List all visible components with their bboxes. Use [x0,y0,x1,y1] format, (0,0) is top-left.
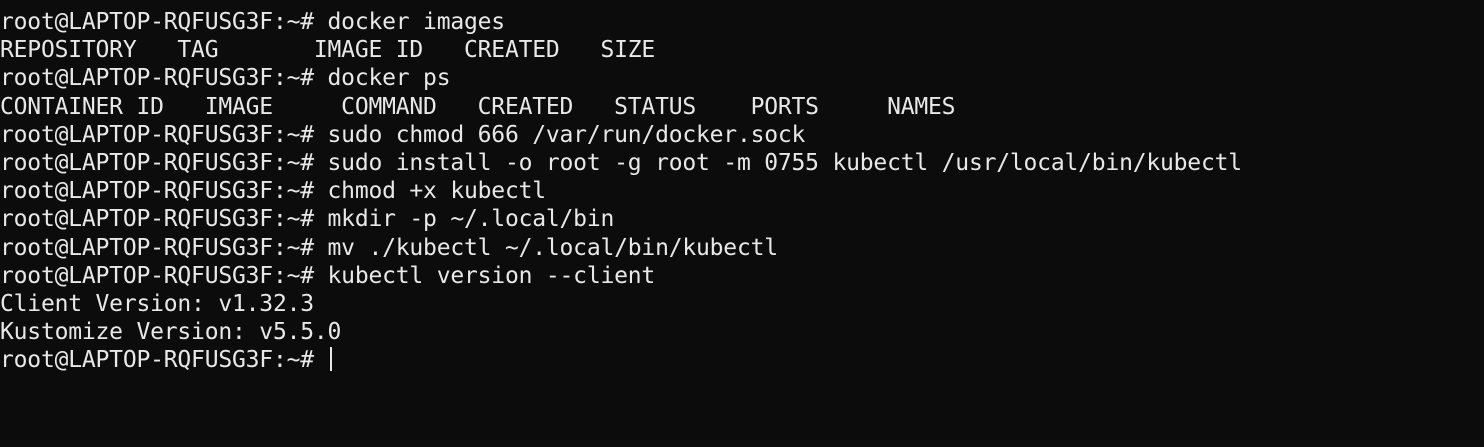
text-cursor [329,347,332,372]
terminal-line-ps-header: CONTAINER ID IMAGE COMMAND CREATED STATU… [0,93,956,120]
terminal-line-images-header: REPOSITORY TAG IMAGE ID CREATED SIZE [0,37,656,64]
terminal-line-docker-images: root@LAPTOP-RQFUSG3F:~# docker images [0,9,505,35]
terminal-line-kubectl-version: root@LAPTOP-RQFUSG3F:~# kubectl version … [0,262,656,289]
terminal-prompt: root@LAPTOP-RQFUSG3F:~# [0,347,328,374]
terminal-line-chmod-sock: root@LAPTOP-RQFUSG3F:~# sudo chmod 666 /… [0,121,806,148]
terminal-prompt-line[interactable]: root@LAPTOP-RQFUSG3F:~# [0,346,1484,374]
terminal-line-install-kubectl: root@LAPTOP-RQFUSG3F:~# sudo install -o … [0,149,1242,176]
terminal-line-client-version: Client Version: v1.32.3 [0,290,314,317]
terminal-window[interactable]: root@LAPTOP-RQFUSG3F:~# docker images RE… [0,0,1484,447]
terminal-line-docker-ps: root@LAPTOP-RQFUSG3F:~# docker ps [0,65,451,92]
terminal-line-chmod-kubectl: root@LAPTOP-RQFUSG3F:~# chmod +x kubectl [0,178,546,205]
terminal-line-mv-kubectl: root@LAPTOP-RQFUSG3F:~# mv ./kubectl ~/.… [0,234,778,261]
terminal-line-mkdir: root@LAPTOP-RQFUSG3F:~# mkdir -p ~/.loca… [0,206,615,233]
terminal-line-kustomize-version: Kustomize Version: v5.5.0 [0,319,342,346]
